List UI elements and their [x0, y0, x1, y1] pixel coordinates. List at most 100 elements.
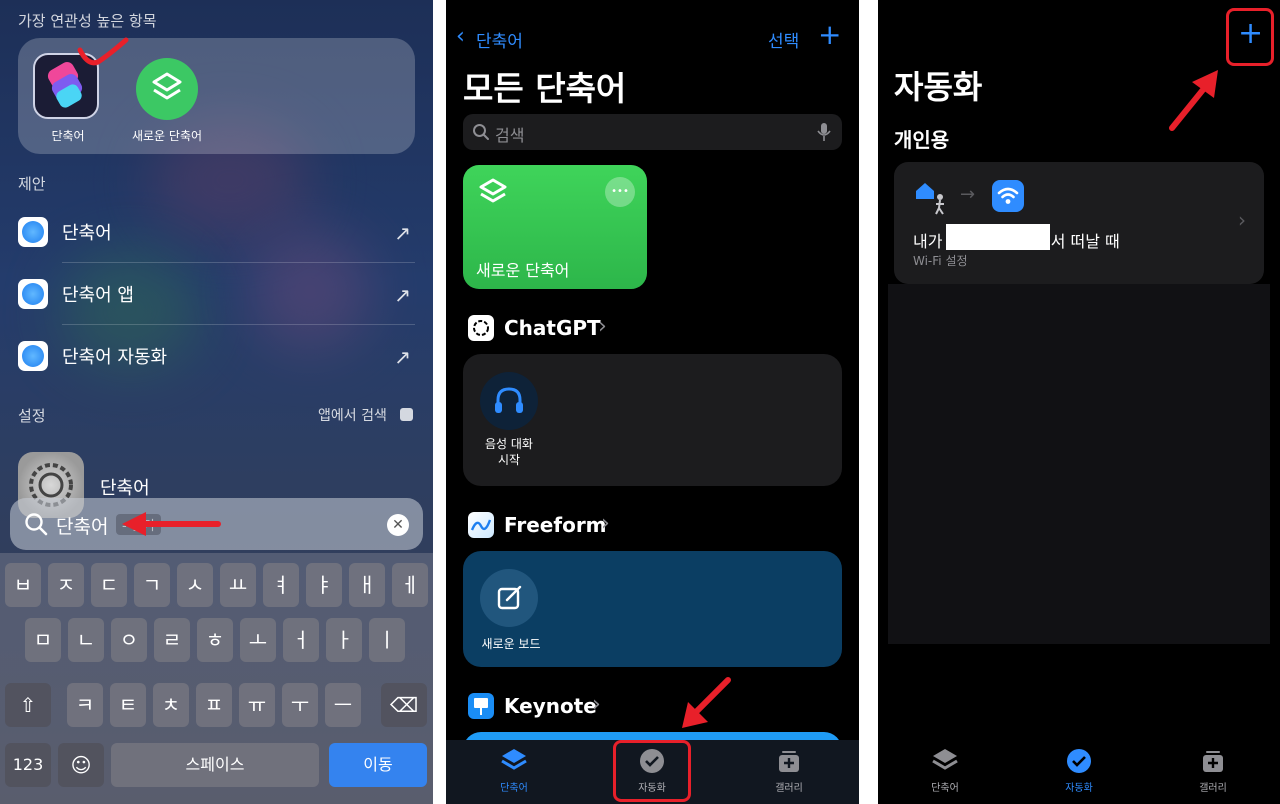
more-button[interactable]: •••	[605, 177, 635, 207]
chevron-right-icon[interactable]: ›	[601, 511, 610, 536]
microphone-icon[interactable]	[817, 122, 831, 142]
keyboard-key[interactable]: ㅂ	[5, 563, 41, 607]
safari-icon	[18, 341, 48, 371]
automation-title-suffix: 에서 떠날 때	[1036, 232, 1120, 251]
settings-label: 설정	[18, 407, 46, 425]
arrow-up-right-icon: ↗	[394, 221, 411, 245]
arrow-up-right-icon: ↗	[394, 345, 411, 369]
shift-key[interactable]: ⇧	[5, 683, 51, 727]
page-title: 자동화	[894, 68, 983, 106]
keyboard-key[interactable]: ㅅ	[177, 563, 213, 607]
keyboard-key[interactable]: ㄱ	[134, 563, 170, 607]
arrow-annotation-icon	[1169, 70, 1218, 131]
keyboard-key[interactable]: ㅏ	[326, 618, 362, 662]
tab-gallery[interactable]: 갤러리	[1178, 746, 1248, 794]
shortcut-layers-icon	[479, 178, 507, 203]
search-input[interactable]: 단축어	[56, 512, 108, 539]
keyboard-key[interactable]: ㅔ	[392, 563, 428, 607]
chevron-right-icon[interactable]: ›	[592, 692, 601, 717]
new-shortcut-card[interactable]: ••• 새로운 단축어	[463, 165, 647, 289]
search-in-app-link[interactable]: 앱에서 검색	[318, 405, 387, 425]
keyboard-key[interactable]: ㄹ	[154, 618, 190, 662]
suggestion-text: 단축어 앱	[62, 285, 134, 306]
settings-result-title[interactable]: 단축어	[100, 474, 150, 500]
highlight-annotation	[1226, 8, 1274, 66]
keyboard-key[interactable]: ㄷ	[91, 563, 127, 607]
voice-chat-button[interactable]	[480, 372, 538, 430]
search-field[interactable]: 검색	[463, 114, 842, 150]
select-button[interactable]: 선택	[768, 27, 799, 52]
keyboard-key[interactable]: ㅍ	[196, 683, 232, 727]
keyboard-key[interactable]: ㅌ	[110, 683, 146, 727]
automation-item[interactable]: → 내가 회사 에서 떠날 때 Wi-Fi 설정 ›	[894, 162, 1264, 284]
tab-shortcuts[interactable]: 단축어	[910, 746, 980, 794]
automation-panel: + 자동화 개인용 → 내가 회사 에서 떠날 때 Wi-Fi 설정 › 단축어…	[878, 0, 1280, 804]
group-title-chatgpt[interactable]: ChatGPT	[504, 316, 601, 340]
tab-label: 갤러리	[775, 783, 803, 794]
keyboard-key[interactable]: ㅕ	[263, 563, 299, 607]
safari-icon	[18, 217, 48, 247]
tab-shortcuts[interactable]: 단축어	[479, 746, 549, 794]
search-icon	[25, 513, 48, 536]
keyboard-key[interactable]: ㅋ	[67, 683, 103, 727]
new-board-button[interactable]	[480, 569, 538, 627]
suggestion-text: 단축어 자동화	[62, 347, 168, 368]
emoji-key[interactable]: ☺	[58, 743, 104, 787]
go-key[interactable]: 이동	[329, 743, 427, 787]
keyboard-key[interactable]: ㅜ	[282, 683, 318, 727]
suggestions-label: 제안	[18, 175, 46, 193]
gallery-tab-icon	[779, 751, 799, 772]
tab-gallery[interactable]: 갤러리	[754, 746, 824, 794]
keyboard-key[interactable]: ㅑ	[306, 563, 342, 607]
arrow-right-icon: →	[960, 184, 976, 205]
app-label: 단축어	[51, 129, 85, 143]
keyboard-key[interactable]: ㅈ	[48, 563, 84, 607]
action-label: 새로운 보드	[481, 637, 541, 651]
chatgpt-icon	[468, 315, 494, 341]
open-app-icon	[400, 408, 413, 421]
keyboard-key[interactable]: ㅠ	[239, 683, 275, 727]
group-title-freeform[interactable]: Freeform	[504, 513, 607, 537]
search-placeholder: 검색	[495, 126, 525, 145]
new-shortcut-label: 새로운 단축어	[476, 261, 570, 280]
shortcut-layers-icon[interactable]	[136, 58, 198, 120]
keyboard-key[interactable]: ㅇ	[111, 618, 147, 662]
shortcuts-tab-icon	[932, 749, 958, 770]
gallery-tab-icon	[1203, 751, 1223, 772]
page-title: 모든 단축어	[463, 69, 627, 108]
chevron-right-icon[interactable]: ›	[1238, 208, 1246, 232]
keyboard-key[interactable]: ㅁ	[25, 618, 61, 662]
automation-tab-icon	[1067, 749, 1091, 773]
chevron-left-icon[interactable]: ‹	[456, 24, 465, 49]
keyboard-key[interactable]: ㅣ	[369, 618, 405, 662]
freeform-actions-card: 새로운 보드	[463, 551, 842, 667]
space-key[interactable]: 스페이스	[111, 743, 319, 787]
top-hits-label: 가장 연관성 높은 항목	[18, 12, 157, 30]
keyboard-key[interactable]: ㅎ	[197, 618, 233, 662]
suggestion-row[interactable]: 단축어 자동화 ↗	[18, 325, 415, 387]
leave-home-icon	[916, 183, 944, 215]
suggestion-row[interactable]: 단축어 앱 ↗	[18, 263, 415, 325]
numbers-key[interactable]: 123	[5, 743, 51, 787]
keyboard-key[interactable]: ㅡ	[325, 683, 361, 727]
spotlight-search-panel: 가장 연관성 높은 항목 단축어 새로운 단축어 제안 단축어 ↗ 단축어 앱 …	[0, 0, 433, 804]
group-title-keynote[interactable]: Keynote	[504, 694, 597, 718]
section-title: 개인용	[894, 128, 950, 152]
action-label: 음성 대화 시작	[485, 437, 533, 467]
add-shortcut-button[interactable]: +	[818, 20, 841, 50]
keyboard-key[interactable]: ㅛ	[220, 563, 256, 607]
suggestion-text: 단축어	[62, 223, 112, 244]
back-button[interactable]: 단축어	[476, 27, 523, 52]
delete-key[interactable]: ⌫	[381, 683, 427, 727]
keyboard-key[interactable]: ㅐ	[349, 563, 385, 607]
automation-title-prefix: 내가	[913, 232, 943, 251]
chevron-right-icon[interactable]: ›	[598, 314, 607, 339]
all-shortcuts-panel: ‹ 단축어 선택 + 모든 단축어 검색 ••• 새로운 단축어 ChatGPT…	[446, 0, 859, 804]
tab-automation[interactable]: 자동화	[1044, 746, 1114, 794]
suggestion-row[interactable]: 단축어 ↗	[18, 201, 415, 263]
keyboard-key[interactable]: ㅗ	[240, 618, 276, 662]
keyboard-key[interactable]: ㅊ	[153, 683, 189, 727]
keyboard-key[interactable]: ㄴ	[68, 618, 104, 662]
keyboard-key[interactable]: ㅓ	[283, 618, 319, 662]
clear-icon[interactable]: ✕	[387, 514, 409, 536]
